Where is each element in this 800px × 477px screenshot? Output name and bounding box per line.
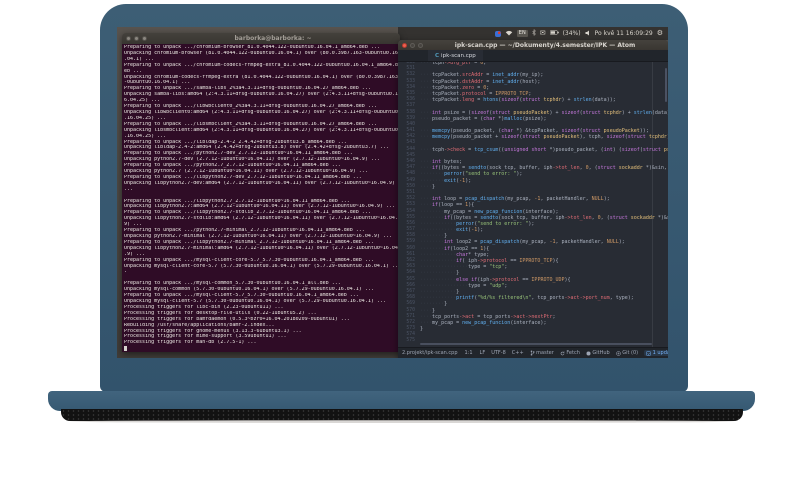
atom-titlebar[interactable]: ipk-scan.cpp — ~/Dokumenty/4.semester/IP… (398, 40, 668, 50)
github-icon (586, 351, 591, 356)
atom-window: ipk-scan.cpp — ~/Dokumenty/4.semester/IP… (398, 40, 668, 358)
terminal-line: Unpacking libpython2.7-dev:amd64 (2.7.12… (124, 180, 395, 186)
wifi-icon[interactable] (505, 30, 513, 38)
status-item-label: Git (0) (622, 350, 639, 356)
clock[interactable]: Po kvě 11 16:09:29 (595, 30, 653, 37)
desktop-screen: EN ✉ (34%) Po kvě 11 16:09:29 ⚙ barborka… (117, 27, 668, 358)
status-item-label: LF (479, 350, 486, 356)
status-item-label: 1:1 (464, 350, 473, 356)
terminal-line: Unpacking samba-libs:amd64 (2:4.3.11+dfs… (124, 92, 398, 98)
tab-bar: C ipk-scan.cpp (398, 50, 668, 62)
sync-icon (560, 351, 565, 356)
status-item-label: 2.projekt/ipk-scan.cpp (402, 350, 458, 356)
keyboard-layout-indicator[interactable]: EN (516, 30, 528, 37)
volume-icon[interactable] (585, 30, 591, 38)
minimize-icon[interactable] (410, 42, 415, 48)
status-item-label: Fetch (566, 350, 580, 356)
line-number: 575 (406, 338, 415, 344)
status-file-path[interactable]: 2.projekt/ipk-scan.cpp (402, 350, 458, 356)
laptop-base (48, 391, 755, 411)
terminal-cursor (124, 346, 127, 352)
git-icon (615, 350, 621, 356)
status-item-label: GitHub (592, 350, 610, 356)
laptop-mockup: EN ✉ (34%) Po kvě 11 16:09:29 ⚙ barborka… (0, 0, 800, 477)
status-item-label: 1 update (652, 350, 668, 356)
code-line: ····tcph->check = tcp_csum((unsigned sho… (420, 146, 668, 153)
tab-ipk-scan[interactable]: C ipk-scan.cpp (428, 50, 483, 61)
laptop-shadow (70, 420, 734, 423)
status-encoding[interactable]: UTF-8 (491, 350, 506, 356)
maximize-icon[interactable] (142, 36, 147, 41)
status-item-label: master (536, 350, 554, 356)
status-git-branch[interactable]: master (530, 350, 554, 356)
code-line: ····memcpy(pseudo_packet + sizeof(struct… (420, 134, 668, 141)
battery-percentage: (34%) (562, 30, 581, 37)
atom-window-title: ipk-scan.cpp — ~/Dokumenty/4.semester/IP… (454, 41, 636, 49)
close-icon[interactable] (402, 42, 407, 48)
code-area: ····tcph->urg_ptr = 0; ····tcpPacket.src… (418, 62, 668, 347)
update-icon (646, 350, 651, 356)
gear-icon[interactable]: ⚙ (657, 30, 663, 37)
vertical-scrollbar[interactable] (665, 68, 667, 102)
terminal-line: Preparing to unpack .../chromium-codecs-… (124, 62, 398, 68)
code-line: ············printf("%d/%s filtered\n", t… (420, 295, 634, 302)
terminal-line: Unpacking libpython2.7-stdlib:amd64 (2.7… (124, 216, 398, 222)
minimize-icon[interactable] (134, 36, 139, 41)
status-item-label: C++ (511, 350, 524, 356)
terminal-line: Unpacking mysql-client-core-5.7 (5.7.30-… (124, 263, 398, 269)
code-lines: ····tcph->urg_ptr = 0; ····tcpPacket.src… (418, 62, 668, 345)
code-editor[interactable]: 530 531 532 533 534 535 536 537 538 539 540 541 542 5… (398, 62, 668, 347)
branch-icon (530, 350, 535, 356)
status-git-changes[interactable]: Git (0) (615, 350, 639, 356)
indicator-icon[interactable] (494, 30, 501, 37)
status-left-group: 2.projekt/ipk-scan.cpp 1:1 (402, 350, 473, 356)
maximize-icon[interactable] (418, 42, 423, 48)
terminal-line: Unpacking libpython2.7-minimal:amd64 (2.… (124, 245, 398, 251)
horizontal-scrollbar[interactable] (420, 343, 652, 345)
status-right-group: LF UTF-8 C++ master Fetch GitHub Git (0) 1 upda… (480, 350, 668, 356)
top-panel: EN ✉ (34%) Po kvě 11 16:09:29 ⚙ (398, 27, 668, 40)
status-update[interactable]: 1 update (644, 350, 668, 356)
mail-icon[interactable]: ✉ (540, 30, 546, 37)
status-cursor-position[interactable]: 1:1 (465, 350, 473, 356)
wrap-guide (652, 62, 653, 347)
terminal-window: barborka@barborka: ~ Preparing to unpack… (122, 33, 400, 352)
status-fetch[interactable]: Fetch (560, 350, 580, 356)
status-bar: 2.projekt/ipk-scan.cpp 1:1 LF UTF-8 C++ mast… (398, 347, 668, 358)
terminal-title: barborka@barborka: ~ (234, 35, 312, 42)
status-line-ending[interactable]: LF (480, 350, 486, 356)
bluetooth-icon[interactable] (532, 29, 536, 38)
status-item-label: UTF-8 (491, 350, 506, 356)
cpp-file-icon: C (435, 52, 440, 59)
close-icon[interactable] (126, 36, 131, 41)
terminal-line: Unpacking chromium-browser (81.0.4044.12… (124, 50, 398, 56)
tab-label: ipk-scan.cpp (441, 52, 476, 59)
status-grammar[interactable]: C++ (512, 350, 524, 356)
battery-icon[interactable] (549, 30, 559, 37)
line-number-gutter: 530 531 532 533 534 535 536 537 538 539 540 541 542 5… (398, 62, 418, 347)
status-github[interactable]: GitHub (586, 350, 610, 356)
terminal-titlebar[interactable]: barborka@barborka: ~ (122, 33, 400, 44)
terminal-body[interactable]: Preparing to unpack .../chromium-browser… (122, 44, 400, 352)
